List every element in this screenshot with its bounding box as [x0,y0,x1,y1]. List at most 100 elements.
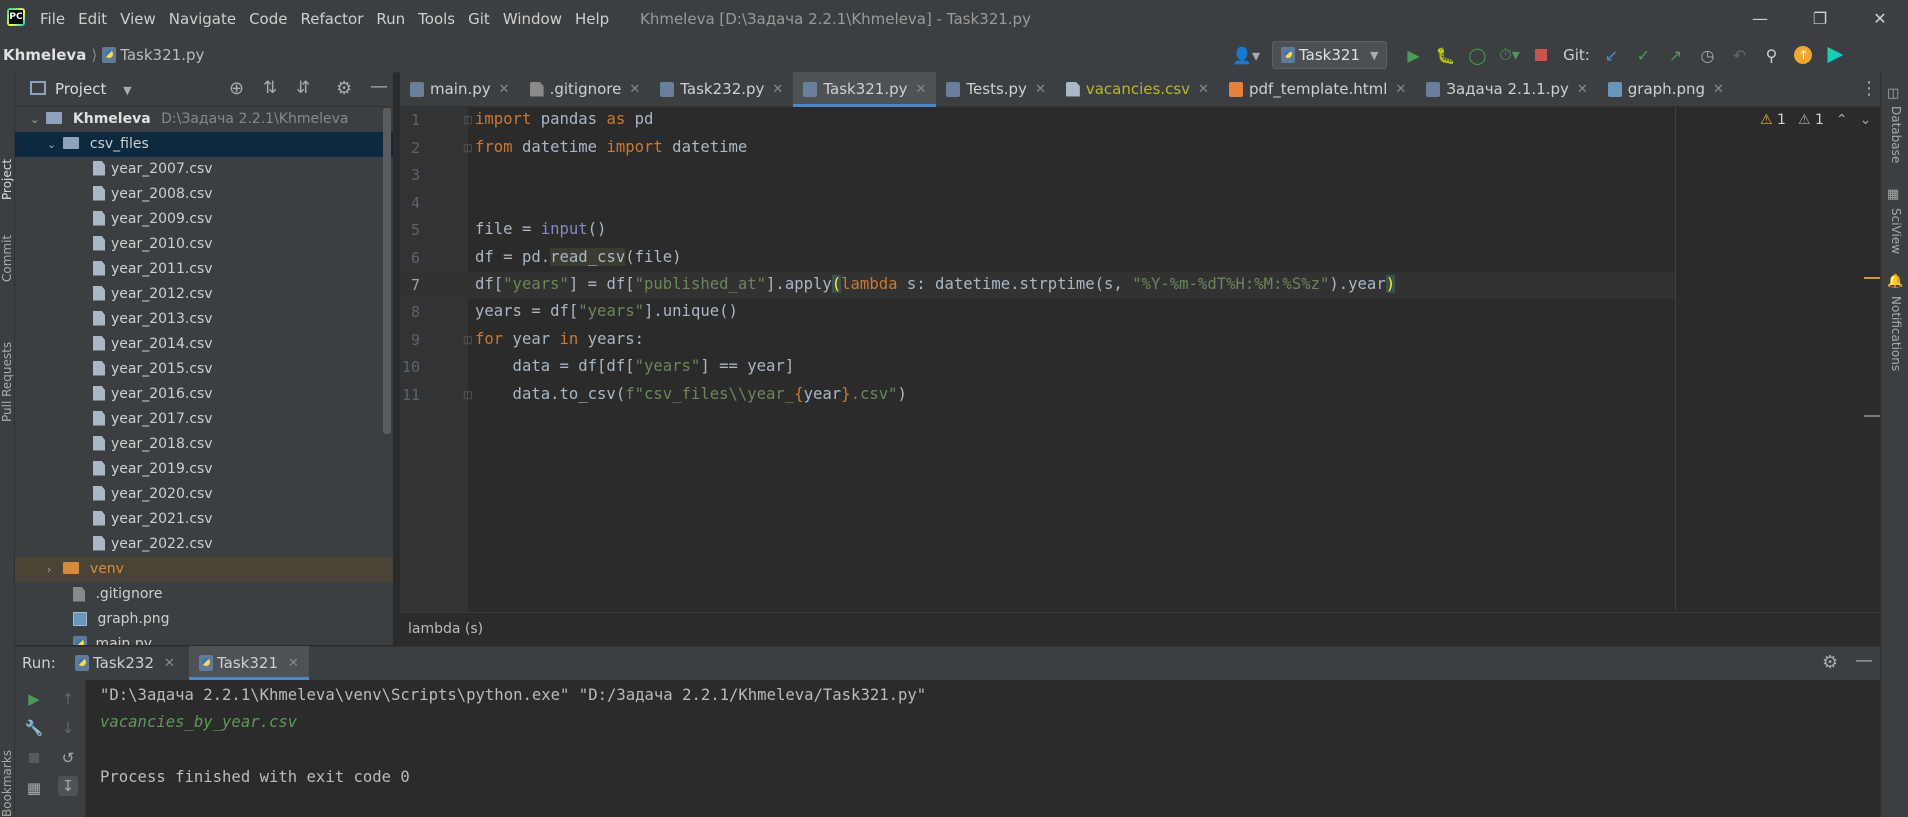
tab-actions-menu-icon[interactable]: ⋮ [1860,78,1878,99]
fold-marker-icon[interactable]: ◫ [463,390,473,401]
chevron-up-icon[interactable]: ⌃ [1836,112,1848,128]
inspection-widget[interactable]: ⚠ 1 ⚠ 1 ⌃ ⌄ [1760,112,1871,128]
chevron-down-icon[interactable]: ⌄ [1860,112,1872,128]
fold-marker-icon[interactable]: ◫ [463,115,473,126]
tree-file-csv[interactable]: year_2017.csv [15,407,393,432]
bookmarks-tool-tab[interactable]: Bookmarks [0,750,14,817]
tab-tests-py[interactable]: Tests.py ✕ [936,72,1055,106]
tab-graph-png[interactable]: graph.png ✕ [1598,72,1734,106]
tab-task232-py[interactable]: Task232.py ✕ [650,72,793,106]
run-icon[interactable]: ▶ [1399,41,1427,69]
tab-zadacha-2-1-1-py[interactable]: Задача 2.1.1.py ✕ [1416,72,1597,106]
arrow-up-icon[interactable]: ↑ [58,689,78,709]
coverage-icon[interactable]: ◯ [1463,41,1491,69]
debug-icon[interactable]: 🐛 [1431,41,1459,69]
tree-file-csv[interactable]: year_2009.csv [15,207,393,232]
tree-file-csv[interactable]: year_2013.csv [15,307,393,332]
sciview-tool-tab[interactable]: SciView [1889,208,1903,254]
tree-file-gitignore[interactable]: .gitignore [15,582,393,607]
breadcrumb-file[interactable]: Task321.py [120,46,204,64]
weak-warning-indicator[interactable]: ⚠ 1 [1798,112,1824,128]
menu-file[interactable]: File [40,10,65,28]
restore-icon[interactable]: ❐ [1795,0,1845,38]
tree-file-csv[interactable]: year_2020.csv [15,482,393,507]
menu-navigate[interactable]: Navigate [169,10,236,28]
collapse-all-icon[interactable]: ⇵ [296,78,310,98]
stop-icon[interactable] [1527,41,1555,69]
tree-file-csv[interactable]: year_2015.csv [15,357,393,382]
menu-run[interactable]: Run [376,10,405,28]
tree-file-csv[interactable]: year_2007.csv [15,157,393,182]
tree-file-csv[interactable]: year_2019.csv [15,457,393,482]
tree-file-csv[interactable]: year_2012.csv [15,282,393,307]
menu-edit[interactable]: Edit [78,10,107,28]
project-tool-tab[interactable]: Project [0,159,14,200]
pycharm-logo-icon[interactable]: PC [7,8,25,26]
run-tab-task232[interactable]: Task232 ✕ [65,646,185,680]
close-tab-icon[interactable]: ✕ [916,82,927,97]
tree-file-graph-png[interactable]: graph.png [15,607,393,632]
tree-file-csv[interactable]: year_2011.csv [15,257,393,282]
commit-tool-tab[interactable]: Commit [0,235,14,282]
menu-tools[interactable]: Tools [418,10,455,28]
tree-folder-venv[interactable]: › venv [15,557,393,582]
close-tab-icon[interactable]: ✕ [1035,82,1046,97]
menu-code[interactable]: Code [249,10,287,28]
warning-indicator[interactable]: ⚠ 1 [1760,112,1786,128]
close-tab-icon[interactable]: ✕ [1577,82,1588,97]
tab-vacancies-csv[interactable]: vacancies.csv ✕ [1056,72,1219,106]
close-tab-icon[interactable]: ✕ [1395,82,1406,97]
project-view-selector[interactable]: Project ▼ [55,72,132,106]
tree-file-csv[interactable]: year_2014.csv [15,332,393,357]
gear-icon[interactable]: ⚙ [336,78,352,99]
menu-help[interactable]: Help [575,10,609,28]
close-tab-icon[interactable]: ✕ [1198,82,1209,97]
close-tab-icon[interactable]: ✕ [288,656,299,671]
search-icon[interactable]: ⚲ [1757,41,1785,69]
rollback-icon[interactable]: ↶ [1725,41,1753,69]
wrench-icon[interactable]: 🔧 [24,718,44,738]
soft-wrap-icon[interactable]: ↺ [58,748,78,768]
git-push-icon[interactable]: ↗ [1661,41,1689,69]
editor-scrollbar-area[interactable] [1676,107,1880,612]
editor-breadcrumb[interactable]: lambda (s) [400,612,1880,645]
warning-stripe-marker[interactable] [1864,277,1880,279]
database-tool-tab[interactable]: Database [1889,106,1903,163]
user-icon[interactable]: 👤▾ [1232,41,1260,69]
menu-window[interactable]: Window [503,10,562,28]
menu-git[interactable]: Git [468,10,490,28]
layout-icon[interactable]: ▦ [24,778,44,798]
profile-icon[interactable]: ⏱▾ [1495,41,1523,69]
tab-task321-py[interactable]: Task321.py ✕ [793,72,937,107]
pull-requests-tool-tab[interactable]: Pull Requests [0,342,14,422]
minimize-icon[interactable]: — [1735,0,1785,38]
expand-all-icon[interactable]: ⇅ [263,78,277,98]
tab-gitignore[interactable]: .gitignore ✕ [520,72,651,106]
tree-file-csv[interactable]: year_2021.csv [15,507,393,532]
close-tab-icon[interactable]: ✕ [1713,82,1724,97]
menu-refactor[interactable]: Refactor [300,10,363,28]
project-tree-scrollbar[interactable] [383,108,391,434]
close-tab-icon[interactable]: ✕ [499,82,510,97]
close-tab-icon[interactable]: ✕ [629,82,640,97]
hide-panel-icon[interactable]: — [370,76,388,97]
tree-file-csv[interactable]: year_2018.csv [15,432,393,457]
rerun-icon[interactable]: ▶ [24,689,44,709]
tree-file-csv[interactable]: year_2008.csv [15,182,393,207]
tree-file-main-py[interactable]: main.py [15,632,393,645]
close-tab-icon[interactable]: ✕ [772,82,783,97]
gear-icon[interactable]: ⚙ [1822,652,1838,673]
tree-file-csv[interactable]: year_2010.csv [15,232,393,257]
fold-marker-icon[interactable]: ◫ [463,335,473,346]
tab-main-py[interactable]: main.py ✕ [400,72,520,106]
close-window-icon[interactable]: ✕ [1855,0,1905,38]
breadcrumb-project[interactable]: Khmeleva [3,46,86,64]
tree-folder-csv-files[interactable]: ⌄ csv_files [15,132,393,157]
menu-view[interactable]: View [120,10,156,28]
arrow-down-icon[interactable]: ↓ [58,718,78,738]
history-icon[interactable]: ◷ [1693,41,1721,69]
hide-panel-icon[interactable]: — [1855,650,1873,671]
locate-icon[interactable]: ⊕ [229,78,244,99]
weak-warning-stripe-marker[interactable] [1864,415,1880,417]
tree-root[interactable]: ⌄ Khmeleva D:\Задача 2.2.1\Khmeleva [15,107,393,132]
